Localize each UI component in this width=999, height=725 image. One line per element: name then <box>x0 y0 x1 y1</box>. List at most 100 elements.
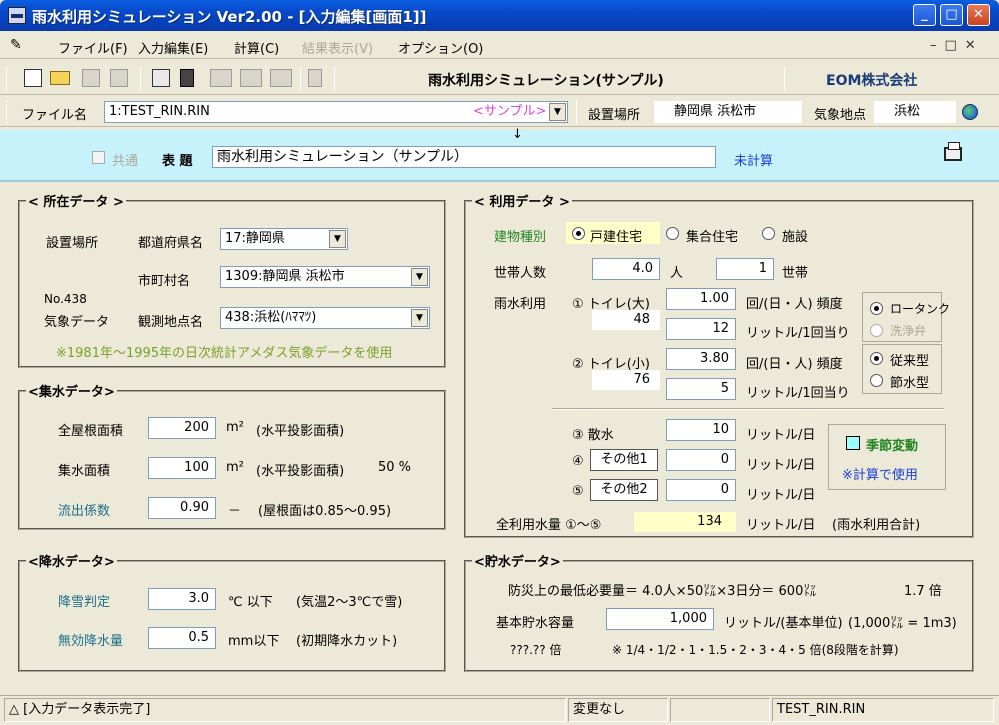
roof-area-note: (水平投影面積) <box>256 424 345 439</box>
seasonal-label[interactable]: 季節変動 <box>866 435 918 454</box>
tank-option-lowtank[interactable]: ロータンク <box>890 300 950 317</box>
maximize-button[interactable]: □ <box>940 4 963 26</box>
save-icon[interactable] <box>82 69 100 87</box>
toilet-small-freq-input[interactable]: 3.80 <box>666 348 736 370</box>
sprinkle-label: ③ 散水 <box>572 428 614 443</box>
menu-view[interactable]: 結果表示(V) <box>302 38 373 57</box>
toolbar-separator <box>140 67 141 91</box>
status-message: △ [入力データ表示完了] <box>4 698 566 722</box>
globe-icon[interactable] <box>962 104 978 120</box>
menu-options[interactable]: オプション(O) <box>398 38 483 57</box>
title-input[interactable]: 雨水利用シミュレーション（サンプル） <box>212 146 716 168</box>
toilet-big-freq-unit: 回/(日・人) 頻度 <box>746 297 843 312</box>
sample-tag: <サンプル> <box>473 104 547 119</box>
menu-edit[interactable]: 入力編集(E) <box>138 38 208 57</box>
other1-unit: リットル/日 <box>746 458 816 473</box>
building-option-facility[interactable]: 施設 <box>782 226 808 245</box>
flush-option-standard[interactable]: 従来型 <box>890 350 929 369</box>
open-folder-icon[interactable] <box>50 71 70 85</box>
title-bar: 雨水利用シミュレーション Ver2.00 - [入力編集[画面1]] _ □ ✕ <box>0 0 999 31</box>
chart-view-icon[interactable] <box>240 69 262 87</box>
new-file-icon[interactable] <box>24 69 42 87</box>
building-radio-apartment[interactable] <box>666 227 679 240</box>
calculator-icon[interactable] <box>180 69 194 87</box>
weather-station-label: 気象地点 <box>814 108 867 123</box>
other2-input[interactable]: 0 <box>666 479 736 501</box>
snow-threshold-note: (気温2～3℃で雪) <box>296 595 403 610</box>
toilet-small-freq-unit: 回/(日・人) 頻度 <box>746 357 843 372</box>
other1-input[interactable]: 0 <box>666 449 736 471</box>
table-view-icon[interactable] <box>210 69 232 87</box>
graph-view-icon[interactable] <box>270 69 292 87</box>
total-usage-value: 134 <box>634 512 736 532</box>
snow-threshold-input[interactable]: 3.0 <box>148 588 216 610</box>
mdi-controls[interactable]: –□✕ <box>930 38 984 53</box>
arrow-indicator: ↓ <box>512 127 523 142</box>
chevron-down-icon[interactable]: ▼ <box>411 268 428 286</box>
tank-radio-flushvalve[interactable] <box>870 324 883 337</box>
roof-area-input[interactable]: 200 <box>148 417 216 439</box>
save-as-icon[interactable] <box>110 69 128 87</box>
runoff-coeff-input[interactable]: 0.90 <box>148 497 216 519</box>
chevron-down-icon[interactable]: ▼ <box>549 103 566 121</box>
precip-group <box>18 560 446 672</box>
weather-data-label: 気象データ <box>44 315 110 330</box>
building-option-apartment[interactable]: 集合住宅 <box>686 226 738 245</box>
city-select[interactable]: 1309:静岡県 浜松市 ▼ <box>220 266 430 288</box>
file-name-label: ファイル名 <box>22 108 88 123</box>
minimize-button[interactable]: _ <box>913 4 936 26</box>
close-button[interactable]: ✕ <box>967 4 990 26</box>
persons-unit: 人 <box>670 266 684 281</box>
weather-station-value: 浜松 <box>874 101 956 123</box>
flush-option-saving[interactable]: 節水型 <box>890 372 929 391</box>
prefecture-label: 都道府県名 <box>138 236 204 251</box>
common-checkbox[interactable] <box>92 151 105 164</box>
station-number: No.438 <box>44 292 87 306</box>
building-radio-facility[interactable] <box>762 227 775 240</box>
runoff-coeff-unit: － <box>228 504 242 519</box>
tank-radio-lowtank[interactable] <box>870 302 883 315</box>
flush-radio-standard[interactable] <box>870 352 883 365</box>
report-icon[interactable] <box>308 69 322 87</box>
building-option-detached[interactable]: 戸建住宅 <box>590 226 642 245</box>
file-select[interactable]: 1:TEST_RIN.RIN <サンプル> ▼ <box>104 101 568 123</box>
printer-icon[interactable] <box>944 142 962 161</box>
place-label: 設置場所 <box>46 236 99 251</box>
flush-radio-saving[interactable] <box>870 374 883 387</box>
input-edit-icon[interactable] <box>152 69 170 87</box>
building-radio-detached[interactable] <box>572 227 585 240</box>
menu-file[interactable]: ファイル(F) <box>58 38 128 57</box>
station-select[interactable]: 438:浜松(ﾊﾏﾏﾂ) ▼ <box>220 307 430 329</box>
menu-calc[interactable]: 計算(C) <box>234 38 279 57</box>
invalid-precip-input[interactable]: 0.5 <box>148 627 216 649</box>
seasonal-checkbox[interactable] <box>846 436 860 450</box>
chevron-down-icon[interactable]: ▼ <box>411 309 428 327</box>
toilet-big-amount-input[interactable]: 12 <box>666 318 736 340</box>
amedas-note: ※1981年～1995年の日次統計アメダス気象データを使用 <box>56 346 393 361</box>
runoff-coeff-note: (屋根面は0.85～0.95) <box>258 504 392 519</box>
catchment-group-title: <集水データ> <box>26 381 117 400</box>
catchment-area-input[interactable]: 100 <box>148 457 216 479</box>
prefecture-value: 17:静岡県 <box>225 231 285 246</box>
basic-storage-input[interactable]: 1,000 <box>606 608 714 630</box>
install-location-label: 設置場所 <box>588 108 641 123</box>
rain-use-label: 雨水利用 <box>494 297 547 312</box>
prefecture-select[interactable]: 17:静岡県 ▼ <box>220 228 348 250</box>
common-label: 共通 <box>112 154 139 169</box>
tank-option-flushvalve[interactable]: 洗浄弁 <box>890 322 926 339</box>
persons-input[interactable]: 4.0 <box>592 258 660 280</box>
storage-steps-note: ※ 1/4・1/2・1・1.5・2・3・4・5 倍(8段階を計算) <box>612 643 899 657</box>
other2-name-input[interactable]: その他2 <box>590 479 658 501</box>
invalid-precip-label: 無効降水量 <box>58 634 124 649</box>
snow-threshold-unit: ℃ 以下 <box>228 595 273 610</box>
other1-name-input[interactable]: その他1 <box>590 449 658 471</box>
catchment-percent: 50 % <box>378 460 412 475</box>
sprinkle-input[interactable]: 10 <box>666 419 736 441</box>
title-label: 表 題 <box>162 154 193 169</box>
household-label: 世帯人数 <box>494 266 547 281</box>
catchment-area-unit: m² <box>226 460 244 475</box>
toilet-big-freq-input[interactable]: 1.00 <box>666 288 736 310</box>
households-input[interactable]: 1 <box>716 258 774 280</box>
chevron-down-icon[interactable]: ▼ <box>329 230 346 248</box>
toilet-small-amount-input[interactable]: 5 <box>666 378 736 400</box>
